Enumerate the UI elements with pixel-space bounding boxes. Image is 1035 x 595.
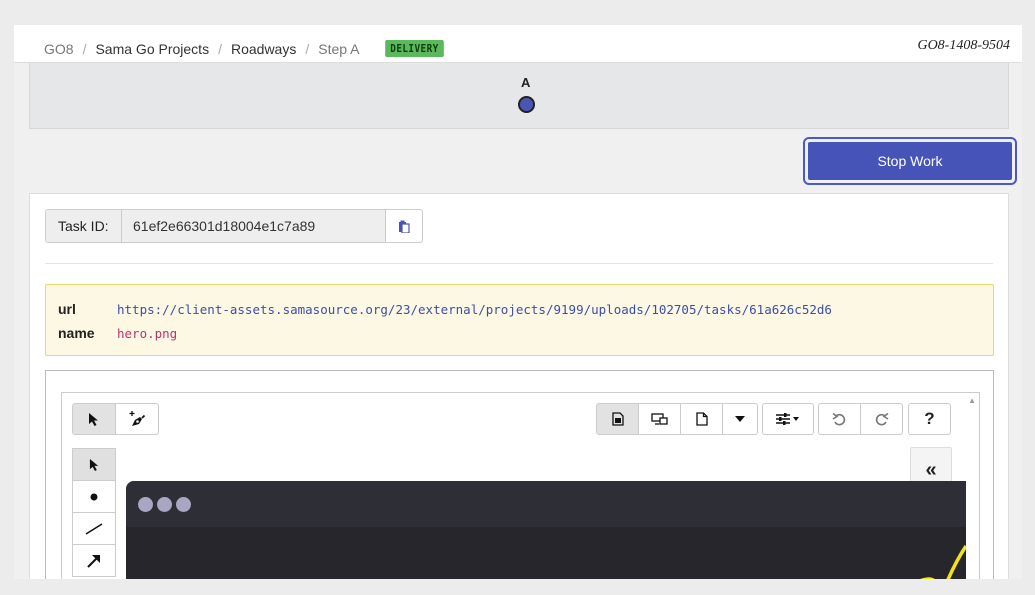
metadata-url-link[interactable]: https://client-assets.samasource.org/23/… [117,302,832,317]
top-bar: GO8 / Sama Go Projects / Roadways / Step… [14,25,1022,63]
metadata-row-url: url https://client-assets.samasource.org… [58,301,832,317]
status-badge: DELIVERY [384,40,444,57]
window-dot-icon [138,497,153,512]
side-select-tool[interactable] [72,448,116,481]
window-dot-icon [176,497,191,512]
stop-work-button[interactable]: Stop Work [808,142,1012,180]
arrow-tool-button[interactable] [72,544,116,577]
task-panel: Task ID: 61ef2e66301d18004e1c7a89 url ht… [29,193,1009,579]
help-button[interactable]: ? [908,403,951,435]
task-metadata: url https://client-assets.samasource.org… [45,284,994,356]
view-options-dropdown[interactable] [722,403,758,435]
app-screen: GO8 / Sama Go Projects / Roadways / Step… [14,25,1022,579]
breadcrumb-separator: / [82,40,87,57]
breadcrumb-item-go8[interactable]: GO8 [44,41,74,57]
clipboard-icon [399,220,410,233]
step-label: A [521,75,531,90]
image-canvas[interactable] [126,481,966,579]
window-dot-icon [157,497,172,512]
breadcrumb: GO8 / Sama Go Projects / Roadways / Step… [44,40,448,57]
metadata-row-name: name hero.png [58,325,177,341]
settings-dropdown[interactable] [762,403,814,435]
annotation-editor: ▲ ? « [61,392,980,579]
point-tool-button[interactable] [72,480,116,513]
help-icon: ? [924,409,935,428]
screens-icon [651,412,668,425]
metadata-key: url [58,301,76,317]
annotation-stroke [920,545,966,579]
point-icon [90,493,98,500]
task-code: GO8-1408-9504 [917,38,1010,53]
metadata-name-value: hero.png [117,325,178,341]
breadcrumb-separator: / [218,40,222,57]
annotation-editor-container: ▲ ? « [45,370,994,579]
task-id-value[interactable]: 61ef2e66301d18004e1c7a89 [122,210,386,242]
image-doc-icon [611,412,624,426]
metadata-key: name [58,325,95,341]
step-progress-bar: A [29,63,1009,129]
canvas-window-titlebar [126,481,966,527]
breadcrumb-item-workflow[interactable]: Roadways [231,41,296,57]
pointer-icon [89,458,98,471]
task-id-label: Task ID: [46,210,122,242]
line-icon [85,522,103,535]
redo-button[interactable] [860,403,903,435]
redo-icon [875,412,889,425]
window-dots [138,497,191,512]
pointer-icon [89,412,98,426]
breadcrumb-item-step: Step A [318,40,360,57]
auto-annotate-tool-button[interactable] [115,403,159,435]
step-indicator-dot[interactable] [518,96,535,113]
image-view-button[interactable] [596,403,639,435]
device-frame: GO8 / Sama Go Projects / Roadways / Step… [0,0,1035,595]
arrow-icon [87,554,100,568]
document-view-button[interactable] [680,403,723,435]
breadcrumb-separator: / [305,40,310,57]
magic-pen-icon [129,411,146,426]
undo-icon [832,412,846,425]
blank-doc-icon [695,412,708,426]
multi-view-button[interactable] [638,403,681,435]
breadcrumb-item-project[interactable]: Sama Go Projects [95,41,209,57]
task-id-group: Task ID: 61ef2e66301d18004e1c7a89 [45,209,423,243]
select-tool-button[interactable] [72,403,116,435]
line-tool-button[interactable] [72,512,116,545]
copy-task-id-button[interactable] [386,210,422,242]
stop-work-focus-ring: Stop Work [803,137,1017,185]
divider [45,263,993,264]
scroll-up-arrow-icon[interactable]: ▲ [968,396,976,405]
sliders-icon [776,413,799,425]
caret-down-icon [735,416,745,422]
undo-button[interactable] [818,403,861,435]
